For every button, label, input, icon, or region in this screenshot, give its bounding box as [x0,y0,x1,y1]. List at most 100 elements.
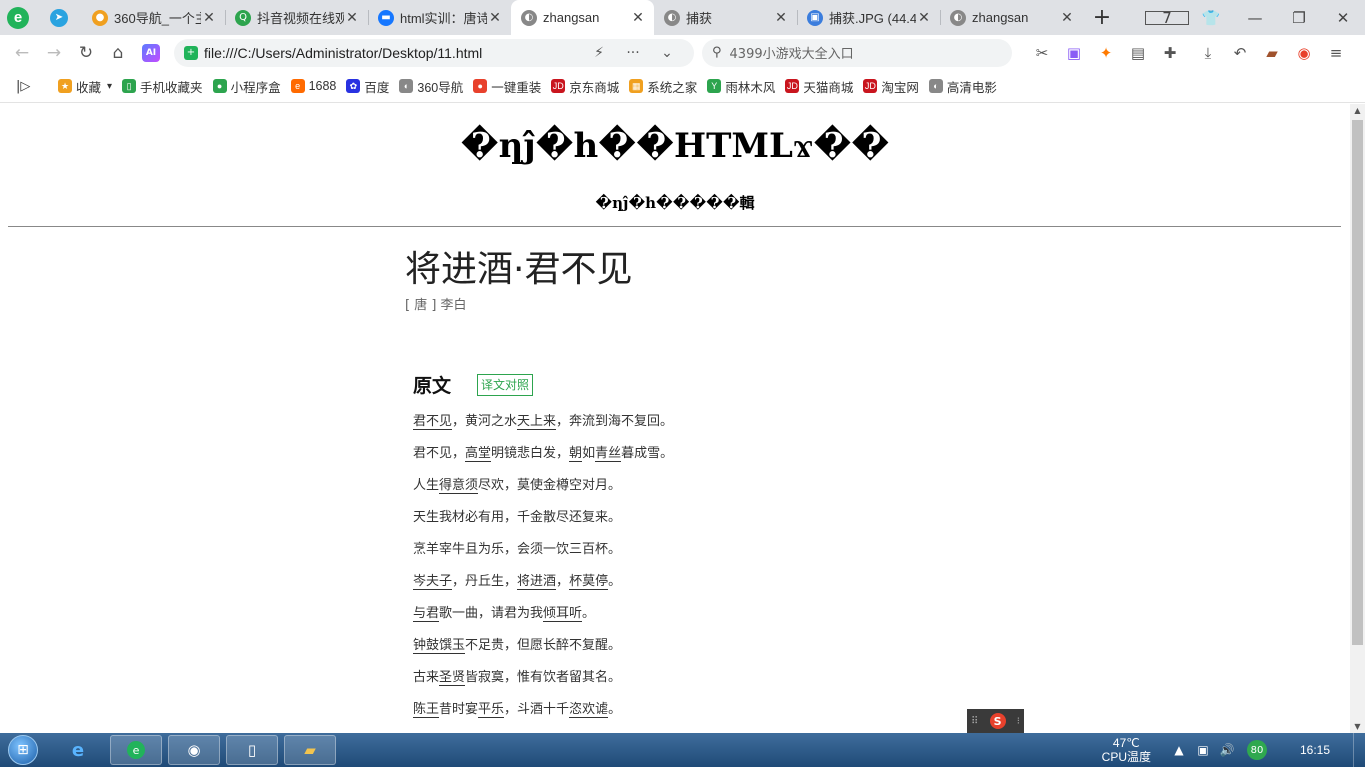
ime-toolbar[interactable]: ⠿ S ⁝ [967,709,1024,733]
ai-assistant-icon[interactable]: AI [142,43,160,62]
tab-0[interactable]: ● 360导航_一个主 ✕ [82,0,225,35]
annotated-word[interactable]: 圣贤 [439,670,466,686]
search-box[interactable]: ⚲ 4399小游戏大全入口 [702,38,1012,67]
url-box[interactable]: + file:///C:/Users/Administrator/Desktop… [174,38,694,67]
tab-close-icon[interactable]: ✕ [487,10,503,26]
bookmark-item[interactable]: ★ 收藏 [58,77,101,96]
annotated-word[interactable]: 陈王 [413,702,440,718]
annotated-word[interactable]: 平乐 [478,702,505,718]
grip-icon[interactable]: ⠿ [971,716,978,727]
annotated-word[interactable]: 天上来 [517,414,557,430]
annotated-word[interactable]: 得意须 [439,478,479,494]
tab-close-icon[interactable]: ✕ [630,10,646,26]
gamepad-icon[interactable]: ✦ [1090,44,1122,62]
browser-logo[interactable]: e [0,0,36,35]
security-badge[interactable]: 80 [1247,740,1267,760]
bookmark-item[interactable]: ● 小程序盒 [212,77,281,96]
tab-close-icon[interactable]: ✕ [1059,10,1075,26]
reload-icon[interactable]: ↻ [70,43,102,63]
bookmark-item[interactable]: ▦ 系统之家 [629,77,697,96]
annotated-word[interactable]: 倾耳听 [543,606,583,622]
back-icon[interactable]: ← [6,43,38,63]
show-desktop-button[interactable] [1353,733,1365,767]
bookmark-item[interactable]: JD 京东商城 [551,77,619,96]
forward-icon[interactable]: → [38,43,70,63]
tab-close-icon[interactable]: ✕ [773,10,789,26]
annotated-word[interactable]: 青丝 [595,446,622,462]
minimize-icon[interactable]: — [1233,9,1277,27]
bookmark-item[interactable]: ▯ 手机收藏夹 [122,77,203,96]
tab-close-icon[interactable]: ✕ [201,10,217,26]
line-text: 人生 [413,478,440,493]
taskbar-notepad[interactable]: ▯ [226,735,278,765]
sidebar-toggle-icon[interactable]: |▷ [16,79,40,94]
annotated-word[interactable]: 高堂 [465,446,492,462]
download-icon[interactable]: ⤓ [1192,44,1224,62]
search-input[interactable]: 4399小游戏大全入口 [730,43,854,62]
more-icon[interactable]: ··· [616,45,650,61]
bookmark-item[interactable]: ◐ 360导航 [399,77,463,96]
sogou-ime-icon[interactable]: S [989,713,1006,729]
puzzle-icon[interactable]: ✚ [1154,44,1186,62]
annotated-word[interactable]: 钟鼓馔玉 [413,638,466,654]
volume-icon[interactable]: 🔊 [1215,743,1239,757]
poem-title: 将进酒·君不见 [405,249,633,290]
undo-icon[interactable]: ↶ [1224,44,1256,62]
annotated-word[interactable]: 将进酒 [517,574,557,590]
cpu-temp[interactable]: 47℃ CPU温度 [1102,736,1151,764]
scissors-icon[interactable]: ✂ [1026,44,1058,62]
bookmark-item[interactable]: ● 一键重装 [473,77,541,96]
annotated-word[interactable]: 君不见 [413,414,453,430]
taskbar-ie[interactable]: e [52,735,104,765]
annotated-word[interactable]: 朝 [569,446,583,462]
translate-icon[interactable]: ▣ [1058,44,1090,62]
tab-counter-button[interactable]: 7 [1145,9,1189,27]
taskbar-app-blue[interactable]: ◉ [168,735,220,765]
scroll-up-icon[interactable]: ▲ [1350,106,1365,115]
tab-close-icon[interactable]: ✕ [344,10,360,26]
bookmark-dropdown-icon[interactable]: ▾ [107,81,112,92]
annotated-word[interactable]: 恣欢谑 [569,702,609,718]
restore-icon[interactable]: ❐ [1277,9,1321,27]
ime-menu-icon[interactable]: ⁝ [1017,716,1020,727]
tab-6[interactable]: ◐ zhangsan ✕ [940,0,1083,35]
tab-close-icon[interactable]: ✕ [916,10,932,26]
annotated-word[interactable]: 杯莫停 [569,574,609,590]
bookmark-icon: JD [785,79,800,93]
bookmark-item[interactable]: ✿ 百度 [346,77,389,96]
tab-5[interactable]: ▣ 捕获.JPG (44.4 ✕ [797,0,940,35]
taskbar-browser[interactable]: e [110,735,162,765]
tab-2[interactable]: ▬ html实训：唐诗 ✕ [368,0,511,35]
shirt-icon[interactable]: 👕 [1189,9,1233,27]
network-icon[interactable]: ▣ [1191,743,1215,757]
color-wheel-icon[interactable]: ◉ [1288,44,1320,62]
new-tab-button[interactable]: + [1083,0,1121,35]
briefcase-icon[interactable]: ▰ [1256,44,1288,62]
chevron-down-icon[interactable]: ⌄ [650,45,684,61]
taskbar-explorer[interactable]: ▰ [284,735,336,765]
pinned-tab[interactable]: ➤ [36,0,82,35]
bookmark-item[interactable]: ◐ 高清电影 [928,77,997,96]
scroll-thumb[interactable] [1352,120,1363,645]
translation-compare-button[interactable]: 译文对照 [477,374,534,396]
tray-expand-icon[interactable]: ▲ [1167,743,1191,757]
close-window-icon[interactable]: ✕ [1321,9,1365,27]
menu-icon[interactable]: ≡ [1320,44,1352,62]
tab-4[interactable]: ◐ 捕获 ✕ [654,0,797,35]
tab-1[interactable]: Q 抖音视频在线观 ✕ [225,0,368,35]
start-button[interactable]: ⊞ [0,733,46,767]
clock[interactable]: 16:15 [1285,743,1345,757]
wallet-icon[interactable]: ▤ [1122,44,1154,62]
bookmark-item[interactable]: JD 淘宝网 [863,77,919,96]
tab-3[interactable]: ◐ zhangsan ✕ [511,0,654,35]
bookmark-item[interactable]: e 1688 [290,79,336,93]
lightning-icon[interactable]: ⚡ [582,45,616,61]
bookmark-item[interactable]: Y 雨林木风 [707,77,775,96]
scroll-down-icon[interactable]: ▼ [1350,722,1365,731]
annotated-word[interactable]: 岑夫子 [413,574,453,590]
annotated-word[interactable]: 与君 [413,606,440,622]
home-icon[interactable]: ⌂ [102,43,134,63]
url-text[interactable]: file:///C:/Users/Administrator/Desktop/1… [204,45,582,61]
bookmark-item[interactable]: JD 天猫商城 [785,77,853,96]
vertical-scrollbar[interactable]: ▲ ▼ [1350,104,1365,733]
